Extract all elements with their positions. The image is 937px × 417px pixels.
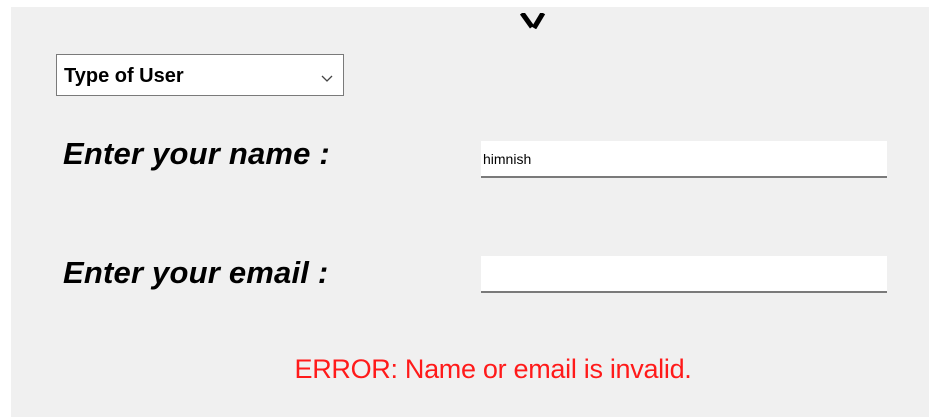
chevron-down-icon (321, 70, 333, 82)
clipped-title-fragment (516, 13, 562, 29)
name-input[interactable] (481, 141, 887, 178)
form-panel: Type of User Enter your name : Enter you… (11, 7, 929, 417)
error-message: ERROR: Name or email is invalid. (294, 354, 692, 384)
user-type-select[interactable]: Type of User (56, 54, 344, 96)
name-label: Enter your name : (63, 136, 330, 171)
user-type-selected-value: Type of User (64, 65, 184, 87)
email-input[interactable] (481, 256, 887, 293)
email-label: Enter your email : (63, 255, 329, 290)
